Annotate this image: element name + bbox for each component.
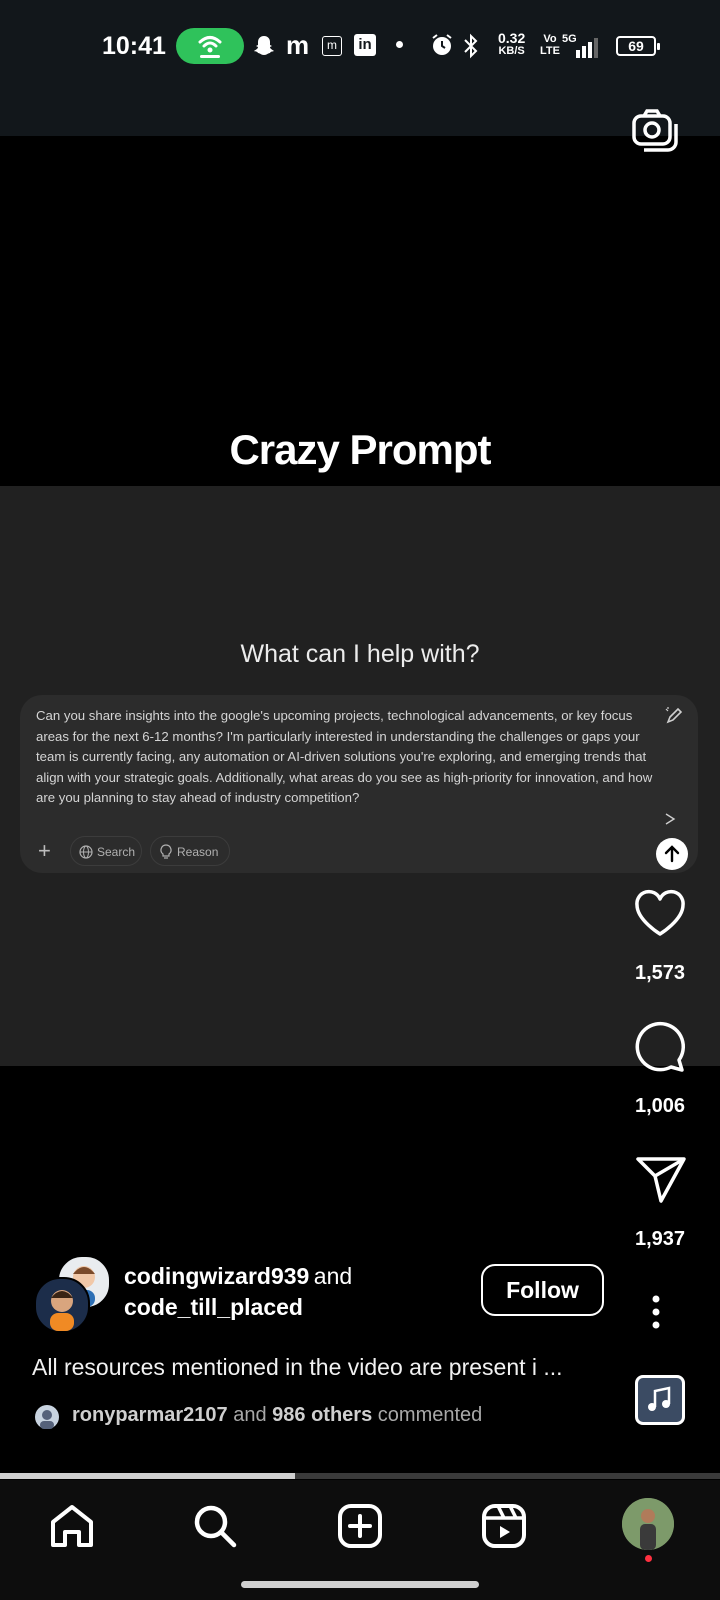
speed-unit: KB/S <box>498 45 525 57</box>
status-bar <box>0 0 720 136</box>
video-progress-fill <box>0 1473 296 1479</box>
commenter-and: and <box>233 1404 267 1426</box>
camera-icon[interactable] <box>630 108 680 154</box>
cursor-icon <box>665 813 676 825</box>
follow-button[interactable]: Follow <box>481 1264 604 1316</box>
commenters-others: 986 others <box>272 1404 373 1426</box>
author-name-1[interactable]: codingwizard939 <box>124 1263 309 1289</box>
more-options-icon[interactable] <box>651 1294 661 1330</box>
send-button <box>656 838 688 870</box>
home-indicator[interactable] <box>241 1581 479 1588</box>
comment-count[interactable]: 1,006 <box>615 1095 705 1118</box>
author-name-2[interactable]: code_till_placed <box>124 1294 303 1321</box>
search-icon[interactable] <box>191 1502 239 1550</box>
chat-heading: What can I help with? <box>240 640 480 668</box>
battery-indicator: 69 <box>616 36 660 56</box>
commenter-avatar <box>35 1405 59 1429</box>
hotspot-indicator <box>176 28 244 64</box>
commented-text: commented <box>377 1404 483 1426</box>
avatar-cartoon <box>50 1290 74 1331</box>
speed-value: 0.32 <box>498 30 526 46</box>
notification-dot <box>645 1555 652 1562</box>
m-icon: m <box>286 30 310 60</box>
linkedin-icon: in <box>354 34 376 56</box>
comment-icon[interactable] <box>632 1018 688 1074</box>
video-title: Crazy Prompt <box>229 426 491 473</box>
reels-icon[interactable] <box>480 1502 528 1550</box>
author-avatar-1[interactable] <box>34 1277 90 1333</box>
like-count[interactable]: 1,573 <box>615 962 705 985</box>
hotspot-icon <box>198 36 222 58</box>
commenter-name: ronyparmar2107 <box>72 1404 228 1426</box>
heart-icon[interactable] <box>633 889 687 939</box>
bulb-icon <box>160 844 172 859</box>
share-icon[interactable] <box>634 1154 688 1204</box>
music-note-icon <box>648 1386 671 1411</box>
bluetooth-icon <box>464 33 478 59</box>
home-icon[interactable] <box>48 1502 96 1550</box>
share-count[interactable]: 1,937 <box>615 1228 705 1251</box>
plus-icon: + <box>38 838 51 863</box>
audio-thumbnail[interactable] <box>635 1375 685 1425</box>
alarm-icon <box>432 34 452 55</box>
edit-icon <box>665 707 683 724</box>
create-icon[interactable] <box>336 1502 384 1550</box>
avatar-photo <box>40 1410 54 1429</box>
commenters-summary[interactable]: ronyparmar2107 and 986 others commented <box>72 1404 482 1427</box>
snapchat-icon <box>254 36 274 55</box>
author-and: and <box>313 1263 353 1289</box>
prompt-text: Can you share insights into the google's… <box>36 708 653 805</box>
profile-avatar[interactable] <box>622 1498 674 1550</box>
signal-icon <box>576 38 598 58</box>
dot-icon <box>396 41 403 48</box>
volte-bottom: LTE <box>540 45 560 57</box>
search-pill: Search <box>70 836 142 866</box>
avatar-photo <box>622 1498 674 1550</box>
volte-top: Vo <box>543 33 557 45</box>
status-time: 10:41 <box>102 32 166 60</box>
reason-pill-label: Reason <box>177 845 219 859</box>
reason-pill: Reason <box>150 836 230 866</box>
search-pill-label: Search <box>97 845 136 859</box>
post-caption[interactable]: All resources mentioned in the video are… <box>32 1354 563 1381</box>
globe-icon <box>79 845 93 859</box>
arrow-up-icon <box>664 845 680 863</box>
m-box-icon: m <box>322 36 342 56</box>
